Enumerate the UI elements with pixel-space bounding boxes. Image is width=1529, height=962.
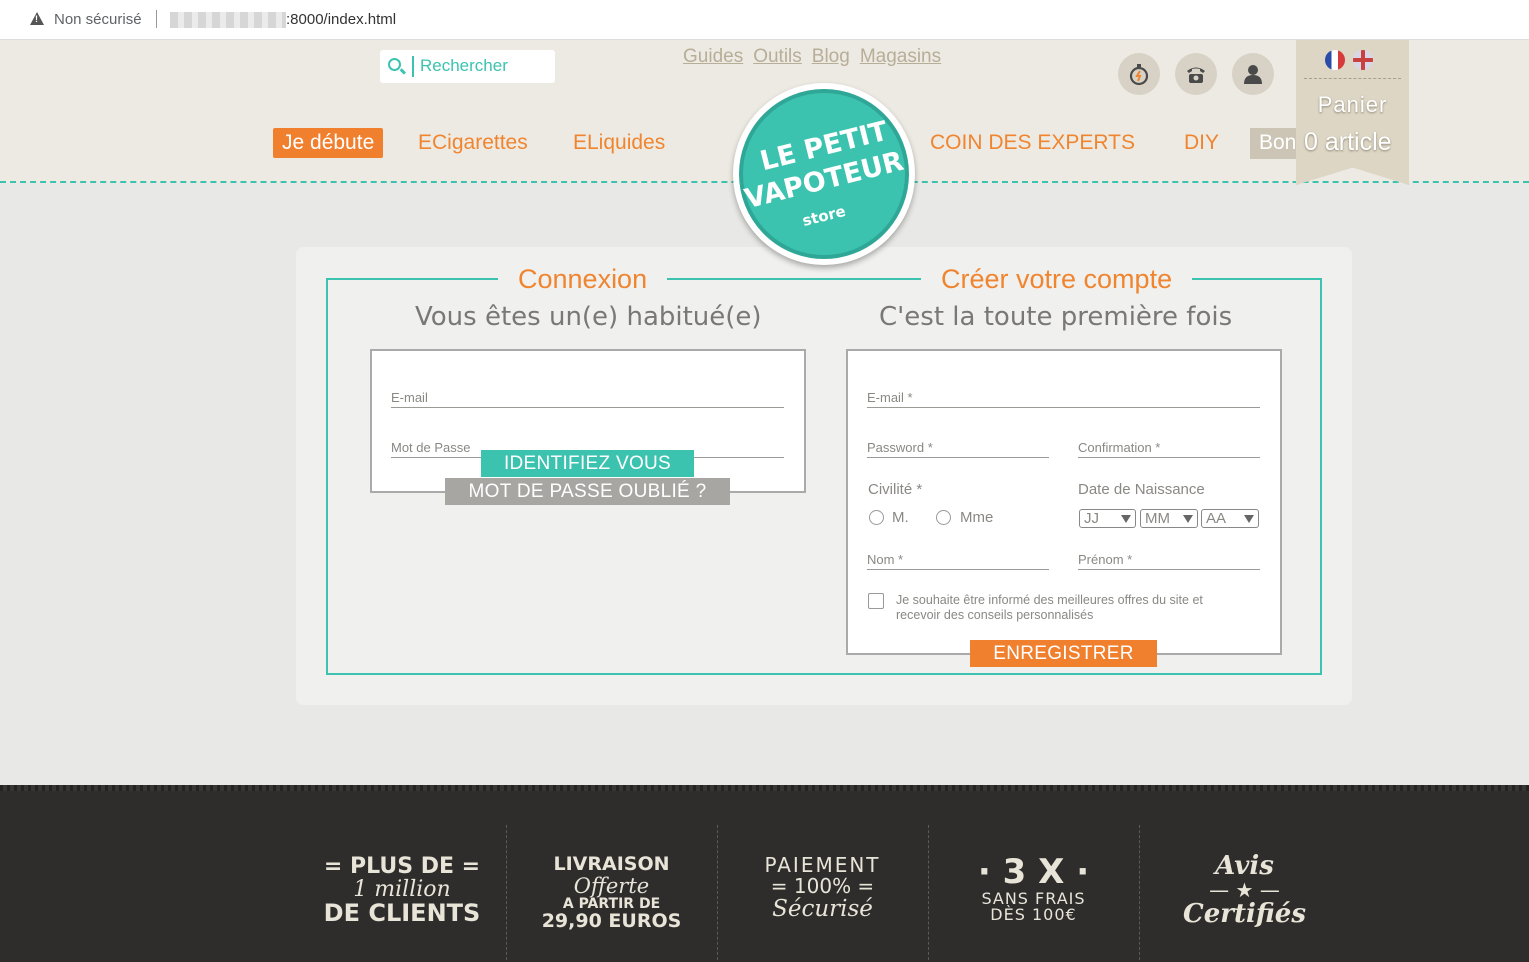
search-icon[interactable] (388, 58, 401, 71)
civility-m-radio[interactable] (869, 510, 884, 525)
login-subtitle: Vous êtes un(e) habitué(e) (415, 302, 762, 332)
user-icon[interactable] (1232, 53, 1274, 95)
nav-ecigarettes[interactable]: ECigarettes (418, 131, 528, 155)
login-email-field[interactable] (391, 388, 784, 408)
register-title: Créer votre compte (921, 264, 1193, 295)
register-lastname-input[interactable] (867, 550, 1049, 569)
register-password-field[interactable] (867, 438, 1049, 458)
register-confirm-input[interactable] (1078, 438, 1260, 457)
top-links: Guides Outils Blog Magasins (683, 46, 941, 68)
register-email-input[interactable] (867, 388, 1260, 407)
nav-je-debute[interactable]: Je débute (273, 128, 384, 158)
register-confirm-field[interactable] (1078, 438, 1260, 458)
civility-mme-label[interactable]: Mme (960, 509, 993, 526)
register-password-input[interactable] (867, 438, 1049, 457)
login-title: Connexion (498, 264, 668, 295)
site-logo[interactable]: LE PETIT VAPOTEUR store (733, 83, 915, 265)
fr-flag-icon[interactable] (1325, 50, 1345, 70)
newsletter-text: Je souhaite être informé des meilleures … (896, 593, 1203, 622)
login-email-input[interactable] (391, 388, 784, 407)
search-divider (412, 56, 414, 77)
divider (1304, 78, 1401, 79)
language-switcher (1325, 50, 1373, 70)
newsletter-checkbox[interactable] (868, 593, 884, 609)
footer-delivery: LIVRAISON Offerte A PARTIR DE 29,90 EURO… (506, 825, 716, 960)
warning-icon (30, 12, 44, 25)
register-lastname-field[interactable] (867, 550, 1049, 570)
civility-mme-radio[interactable] (936, 510, 951, 525)
birth-day-select[interactable]: JJ (1079, 509, 1136, 528)
register-email-field[interactable] (867, 388, 1260, 408)
cart-label[interactable]: Panier (1296, 92, 1409, 118)
uk-flag-icon[interactable] (1353, 50, 1373, 70)
cart-ribbon[interactable]: Panier 0 article (1296, 40, 1409, 185)
logo-badge: LE PETIT VAPOTEUR store (739, 89, 909, 259)
login-button[interactable]: IDENTIFIEZ VOUS (481, 450, 694, 477)
link-magasins[interactable]: Magasins (860, 46, 941, 68)
link-outils[interactable]: Outils (753, 46, 802, 68)
link-guides[interactable]: Guides (683, 46, 743, 68)
browser-address-bar: Non sécurisé :8000/index.html (0, 0, 1529, 40)
footer-installments: · 3 X · SANS FRAIS DÈS 100€ (928, 825, 1138, 960)
url-text[interactable]: :8000/index.html (286, 11, 396, 28)
birth-year-value: AA (1206, 510, 1227, 527)
birth-year-select[interactable]: AA (1201, 509, 1259, 528)
redacted-host (170, 12, 286, 28)
chevron-down-icon (1244, 515, 1254, 523)
register-button[interactable]: ENREGISTRER (970, 640, 1157, 667)
nav-coin-des-experts[interactable]: COIN DES EXPERTS (930, 131, 1135, 155)
nav-bon[interactable]: Bon (1250, 128, 1300, 159)
birthdate-label: Date de Naissance (1078, 481, 1205, 498)
birth-month-select[interactable]: MM (1140, 509, 1198, 528)
register-firstname-field[interactable] (1078, 550, 1260, 570)
stopwatch-icon[interactable] (1118, 53, 1160, 95)
forgot-password-button[interactable]: MOT DE PASSE OUBLIÉ ? (445, 478, 730, 505)
birth-day-value: JJ (1084, 510, 1099, 527)
footer-reassurance: = PLUS DE = 1 million DE CLIENTS LIVRAIS… (0, 785, 1529, 962)
link-blog[interactable]: Blog (812, 46, 850, 68)
register-subtitle: C'est la toute première fois (879, 302, 1233, 332)
chevron-down-icon (1183, 515, 1193, 523)
nav-eliquides[interactable]: ELiquides (573, 131, 665, 155)
footer-payment: PAIEMENT = 100% = Sécurisé (717, 825, 927, 960)
phone-icon[interactable] (1175, 53, 1217, 95)
birth-month-value: MM (1145, 510, 1170, 527)
nav-diy[interactable]: DIY (1184, 131, 1219, 155)
footer-reviews: Avis — ★ — Certifiés (1139, 825, 1349, 960)
search-box[interactable] (380, 50, 555, 83)
footer-clients: = PLUS DE = 1 million DE CLIENTS (323, 854, 481, 928)
civility-m-label[interactable]: M. (892, 509, 909, 526)
civility-label: Civilité * (868, 481, 923, 498)
cart-count[interactable]: 0 article (1304, 128, 1392, 157)
chevron-down-icon (1121, 515, 1131, 523)
divider (156, 10, 157, 28)
register-firstname-input[interactable] (1078, 550, 1260, 569)
security-label[interactable]: Non sécurisé (54, 11, 142, 28)
search-input[interactable] (420, 54, 550, 78)
